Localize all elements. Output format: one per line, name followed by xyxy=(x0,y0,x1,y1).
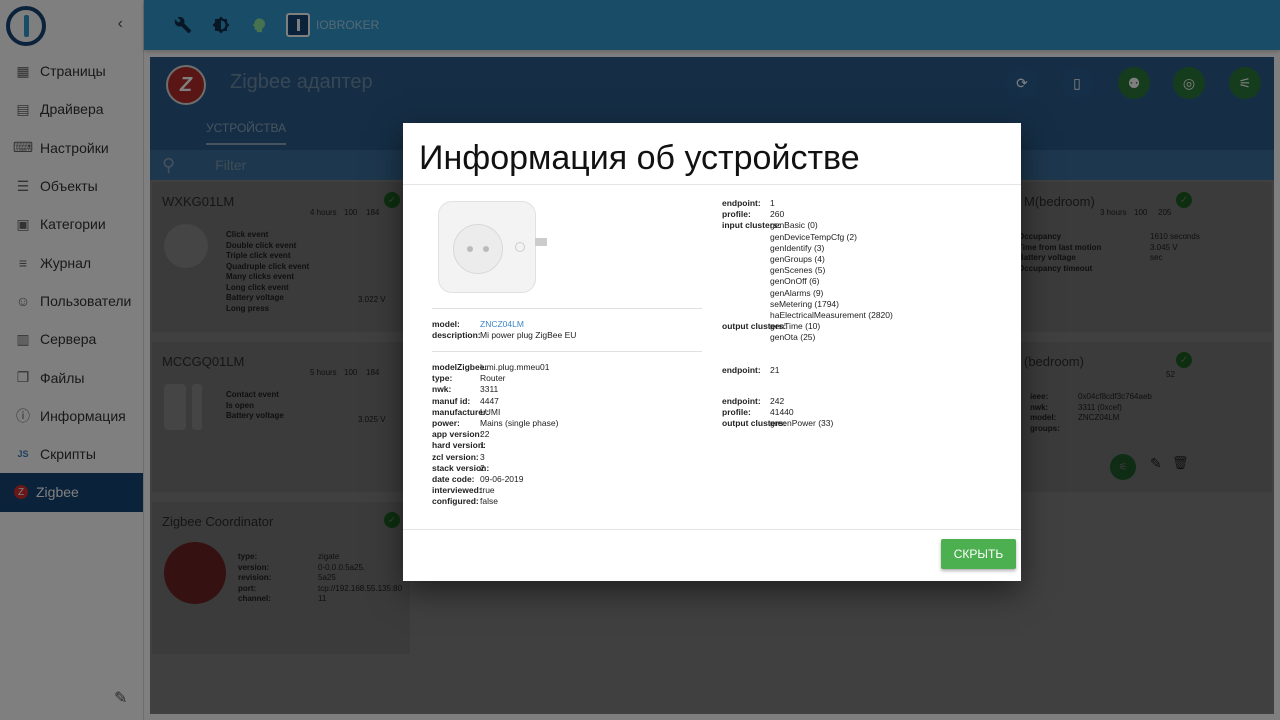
endpoint-value: 1 xyxy=(770,198,775,208)
info-key: date code: xyxy=(432,474,475,484)
cluster-item: genBasic (0) xyxy=(770,220,818,231)
info-value: lumi.plug.mmeu01 xyxy=(480,362,550,372)
info-value: 3311 xyxy=(480,384,499,395)
profile-label: profile: xyxy=(722,407,751,418)
info-value: 4447 xyxy=(480,395,499,406)
info-key: description: xyxy=(432,330,481,341)
info-key: hard version: xyxy=(432,440,486,451)
cluster-item: genIdentify (3) xyxy=(770,242,825,253)
info-key: type: xyxy=(432,373,453,384)
profile-label: profile: xyxy=(722,209,751,220)
cluster-item: genAlarms (9) xyxy=(770,287,824,298)
info-value: Mains (single phase) xyxy=(480,418,559,428)
info-value: false xyxy=(480,496,498,507)
endpoint-label: endpoint: xyxy=(722,198,761,208)
info-value: LUMI xyxy=(480,406,501,417)
device-info-dialog: Информация об устройстве model: ZNCZ04LM d… xyxy=(403,123,1021,581)
info-value: 22 xyxy=(480,429,490,440)
info-value: 09-06-2019 xyxy=(480,474,524,484)
dialog-divider-bottom xyxy=(403,529,1021,530)
info-value: true xyxy=(480,485,495,496)
endpoint-label: endpoint: xyxy=(722,365,761,375)
info-key: manuf id: xyxy=(432,395,471,406)
endpoint-value: 21 xyxy=(770,365,780,375)
info-key: zcl version: xyxy=(432,451,479,462)
cluster-item: seMetering (1794) xyxy=(770,298,839,309)
separator xyxy=(432,308,702,309)
cluster-item: genOnOff (6) xyxy=(770,276,820,287)
endpoints-info: endpoint: 1 profile: 260 input clusters: genB… xyxy=(722,198,1012,438)
info-key: modelZigbee: xyxy=(432,362,488,372)
dialog-title: Информация об устройстве xyxy=(419,139,860,177)
cluster-item: genScenes (5) xyxy=(770,265,826,276)
dialog-divider-top xyxy=(403,184,1021,185)
cluster-item: genOta (25) xyxy=(770,332,816,343)
info-value: Mi power plug ZigBee EU xyxy=(480,330,577,341)
cluster-item: genTime (10) xyxy=(770,321,821,332)
separator xyxy=(432,351,702,352)
info-key: configured: xyxy=(432,496,479,507)
info-key: interviewed: xyxy=(432,485,482,496)
info-key: power: xyxy=(432,418,460,428)
hide-button[interactable]: СКРЫТЬ xyxy=(941,539,1016,569)
info-value: Router xyxy=(480,373,506,384)
endpoint-value: 242 xyxy=(770,396,785,406)
cluster-item: haElectricalMeasurement (2820) xyxy=(770,310,893,320)
endpoint-label: endpoint: xyxy=(722,396,761,406)
info-value: 2 xyxy=(480,462,485,473)
device-model-info: model: ZNCZ04LM description: Mi power plug … xyxy=(432,319,702,343)
cluster-item: greenPower (33) xyxy=(770,418,834,429)
model-link[interactable]: ZNCZ04LM xyxy=(480,319,524,330)
device-image xyxy=(438,201,547,293)
cluster-item: genDeviceTempCfg (2) xyxy=(770,231,857,242)
device-details: modelZigbee: lumi.plug.mmeu01 type: Router n… xyxy=(432,362,702,512)
info-key: nwk: xyxy=(432,384,452,395)
profile-value: 260 xyxy=(770,209,785,220)
info-value: 1 xyxy=(480,440,485,451)
profile-value: 41440 xyxy=(770,407,794,418)
info-key: model: xyxy=(432,319,460,329)
cluster-item: genGroups (4) xyxy=(770,254,825,264)
info-key: app version: xyxy=(432,429,483,440)
info-value: 3 xyxy=(480,451,485,462)
